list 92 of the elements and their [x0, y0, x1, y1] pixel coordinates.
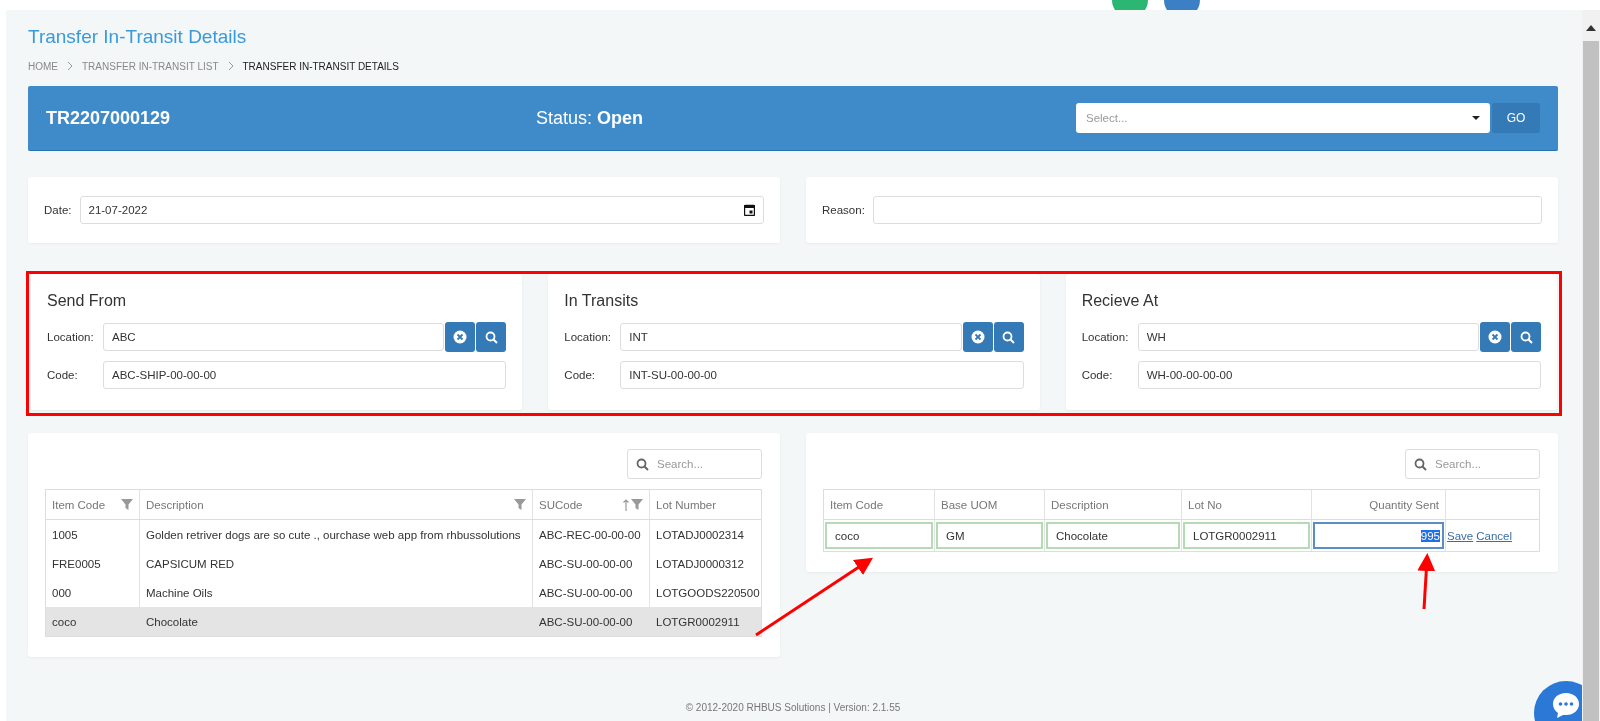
code-field[interactable]: WH-00-00-00-00 [1137, 361, 1541, 389]
footer-text: © 2012-2020 RHBUS Solutions | Version: 2.1.55 [684, 702, 902, 713]
location-label: Location: [47, 331, 95, 343]
search-icon [1414, 457, 1427, 471]
search-icon [636, 457, 649, 471]
table-cell: LOTGR0002911 [656, 615, 740, 628]
location-field[interactable]: WH [1137, 323, 1479, 351]
clear-icon [453, 330, 468, 344]
table-row[interactable]: FRE0005 CAPSICUM RED ABC-SU-00-00-00 LOTADJ0000312 [46, 549, 761, 578]
table-cell: coco [52, 615, 77, 628]
chevron-icon [66, 61, 74, 71]
search-icon [484, 330, 498, 344]
clear-button[interactable] [1480, 322, 1510, 352]
sort-icon [623, 498, 629, 511]
status-label: Status: [536, 107, 593, 129]
table-cell: ABC-REC-00-00-00 [539, 528, 641, 541]
section-title: Recieve At [1081, 292, 1160, 310]
reason-field[interactable] [872, 196, 1542, 224]
save-link[interactable]: Save [1447, 529, 1474, 542]
search-icon [1519, 330, 1533, 344]
column-header[interactable]: Description [1044, 490, 1181, 519]
section-title: Send From [47, 292, 128, 310]
cell-input-field[interactable]: GM [936, 522, 1043, 549]
column-header[interactable]: Item Code [824, 490, 934, 519]
search-button[interactable] [993, 322, 1024, 352]
code-label: Code: [1081, 369, 1114, 381]
quantity-field[interactable]: 995 [1313, 522, 1444, 549]
avatar-icon [1110, 0, 1150, 10]
column-header[interactable]: Base UOM [934, 490, 1044, 519]
column-header[interactable]: Lot No [1181, 490, 1311, 519]
search-field[interactable]: Search... [627, 449, 762, 479]
table-cell: CAPSICUM RED [146, 557, 235, 570]
scrollbar[interactable] [1582, 10, 1600, 721]
table-cell: Chocolate [146, 615, 198, 628]
table-cell: ABC-SU-00-00-00 [539, 615, 633, 628]
code-field[interactable]: ABC-SHIP-00-00-00 [103, 361, 507, 389]
table-cell: Golden retriver dogs are so cute ., ourchase web app from rhbussolutions [146, 528, 521, 541]
column-header[interactable]: Quantity Sent [1311, 490, 1445, 519]
status-value: Open [597, 107, 644, 129]
cell-input-field[interactable]: coco [825, 522, 933, 549]
table-cell: LOTGOODS220500 [656, 586, 760, 599]
search-button[interactable] [476, 322, 507, 352]
table-row[interactable]: 1005 Golden retriver dogs are so cute ., ourchase web app from rhbussolutions ABC-REC-00-00-00 LOTADJ0002314 [46, 520, 761, 549]
cancel-link[interactable]: Cancel [1476, 529, 1513, 542]
avatar-icon [1162, 0, 1202, 10]
transfer-number: TR2207000129 [46, 107, 172, 129]
search-button[interactable] [1511, 322, 1541, 352]
code-field[interactable]: INT-SU-00-00-00 [620, 361, 1024, 389]
date-label: Date: [44, 204, 72, 216]
location-field[interactable]: INT [620, 323, 962, 351]
reason-label: Reason: [822, 204, 865, 216]
table-cell: ABC-SU-00-00-00 [539, 557, 633, 570]
column-header[interactable]: SUCode [532, 490, 649, 519]
select-dropdown[interactable]: Select... [1076, 103, 1490, 133]
caret-icon [1472, 115, 1480, 121]
clear-button[interactable] [962, 322, 993, 352]
table-cell: ABC-SU-00-00-00 [539, 586, 633, 599]
breadcrumb-link[interactable]: TRANSFER IN-TRANSIT LIST [82, 60, 219, 72]
cell-input-field[interactable]: LOTGR0002911 [1183, 522, 1310, 549]
table-row[interactable]: coco Chocolate ABC-SU-00-00-00 LOTGR0002911 [46, 607, 761, 637]
clear-button[interactable] [445, 322, 476, 352]
section-title: In Transits [564, 292, 640, 310]
chat-bubble-icon [1551, 691, 1581, 719]
table-cell: LOTADJ0002314 [656, 528, 744, 541]
chevron-icon [226, 61, 235, 71]
go-button[interactable]: GO [1492, 103, 1540, 133]
cell-input-field[interactable]: Chocolate [1046, 522, 1180, 549]
calendar-icon [744, 204, 755, 216]
clear-icon [970, 330, 985, 344]
table-cell: 000 [52, 586, 72, 599]
table-cell: Machine Oils [146, 586, 213, 599]
code-label: Code: [47, 369, 79, 381]
table-cell: LOTADJ0000312 [656, 557, 744, 570]
column-header[interactable]: Item Code [46, 490, 139, 519]
column-header[interactable]: Lot Number [649, 490, 761, 519]
filter-icon [121, 499, 133, 510]
location-label: Location: [1081, 331, 1130, 343]
table-cell: 1005 [52, 528, 78, 541]
table-cell: FRE0005 [52, 557, 101, 570]
column-header[interactable]: Description [139, 490, 532, 519]
clear-icon [1488, 330, 1502, 344]
breadcrumb-link[interactable]: HOME [28, 60, 58, 72]
search-icon [1002, 330, 1016, 344]
location-label: Location: [564, 331, 612, 343]
page-title: Transfer In-Transit Details [28, 26, 248, 49]
date-field[interactable]: 21-07-2022 [79, 196, 764, 224]
arrow [1417, 553, 1436, 610]
code-label: Code: [564, 369, 596, 381]
search-field[interactable]: Search... [1405, 449, 1540, 479]
filter-icon [631, 499, 643, 510]
location-field[interactable]: ABC [103, 323, 445, 351]
filter-icon [514, 499, 526, 510]
